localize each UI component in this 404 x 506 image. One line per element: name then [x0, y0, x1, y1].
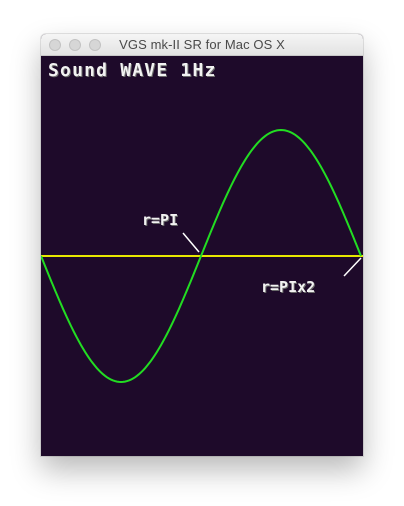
label-r-pi: r=PI: [142, 211, 179, 229]
title-bar[interactable]: VGS mk-II SR for Mac OS X: [41, 34, 363, 56]
window-title: VGS mk-II SR for Mac OS X: [119, 37, 285, 52]
pointer-pi2: [343, 257, 362, 277]
label-r-pi-x2: r=PIx2: [261, 278, 316, 296]
screen-heading: Sound WAVE 1Hz: [48, 60, 217, 81]
app-window: VGS mk-II SR for Mac OS X Sound WAVE 1Hz…: [41, 34, 363, 456]
wave-canvas: [41, 128, 363, 384]
pointer-pi: [182, 232, 200, 253]
game-screen: Sound WAVE 1Hz r=PI r=PIx2: [41, 56, 363, 456]
